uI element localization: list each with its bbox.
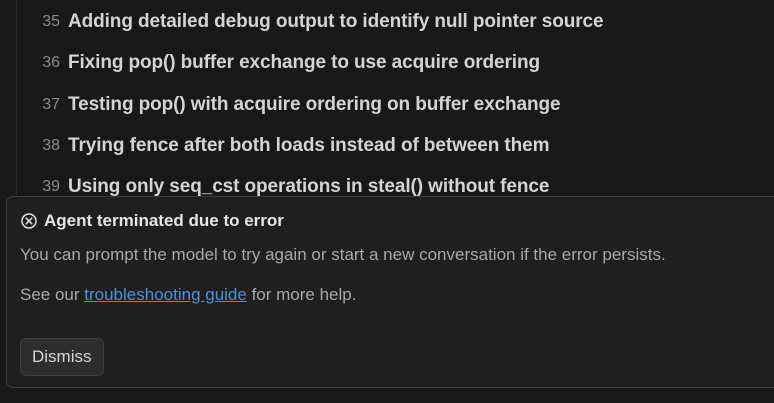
step-number: 39 (42, 178, 60, 195)
list-item: 38 Trying fence after both loads instead… (17, 131, 549, 161)
error-panel: Agent terminated due to error You can pr… (6, 196, 774, 388)
agent-chat-view: 35 Adding detailed debug output to ident… (0, 0, 774, 403)
step-text: Using only seq_cst operations in steal()… (68, 176, 550, 197)
list-item: 36 Fixing pop() buffer exchange to use a… (17, 48, 540, 78)
dismiss-button[interactable]: Dismiss (20, 338, 104, 376)
help-text: See our troubleshooting guide for more h… (20, 285, 356, 305)
step-number: 37 (42, 96, 60, 113)
step-number: 36 (42, 54, 60, 71)
error-title: Agent terminated due to error (44, 211, 284, 230)
step-text: Fixing pop() buffer exchange to use acqu… (68, 52, 540, 73)
step-text: Adding detailed debug output to identify… (68, 11, 604, 32)
plan-step-list: 35 Adding detailed debug output to ident… (16, 0, 774, 200)
error-message: You can prompt the model to try again or… (20, 245, 666, 264)
step-text: Trying fence after both loads instead of… (68, 135, 550, 156)
step-number: 38 (42, 137, 60, 154)
error-header: Agent terminated due to error (20, 211, 284, 231)
list-item: 35 Adding detailed debug output to ident… (17, 7, 603, 37)
help-suffix: for more help. (246, 285, 357, 304)
troubleshooting-guide-link[interactable]: troubleshooting guide (84, 285, 247, 304)
help-prefix: See our (20, 285, 85, 304)
list-item: 37 Testing pop() with acquire ordering o… (17, 90, 561, 120)
circle-x-icon (20, 212, 38, 230)
step-number: 35 (42, 13, 60, 30)
step-text: Testing pop() with acquire ordering on b… (68, 94, 561, 115)
